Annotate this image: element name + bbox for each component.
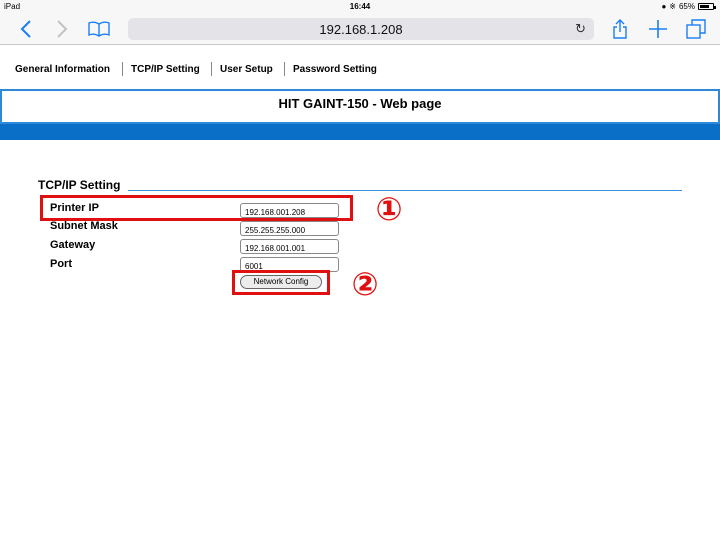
status-right: ● ※ 65% <box>661 2 716 11</box>
bluetooth-icon: ※ <box>669 2 676 11</box>
nav-divider <box>211 62 212 76</box>
nav-divider <box>284 62 285 76</box>
back-icon[interactable] <box>14 17 38 41</box>
section-title: TCP/IP Setting <box>38 178 121 192</box>
url-text: 192.168.1.208 <box>319 22 403 37</box>
gateway-input[interactable] <box>240 239 339 254</box>
status-bar: iPad 16:44 ● ※ 65% <box>0 0 720 13</box>
subnet-mask-input[interactable] <box>240 221 339 236</box>
nav-user-setup[interactable]: User Setup <box>220 64 273 75</box>
alarm-icon: ● <box>661 2 667 11</box>
nav-tcpip-setting[interactable]: TCP/IP Setting <box>131 64 200 75</box>
address-bar[interactable]: 192.168.1.208 ↻ <box>128 18 594 40</box>
nav-general-information[interactable]: General Information <box>15 64 110 75</box>
tabs-icon[interactable] <box>684 17 708 41</box>
subnet-mask-label: Subnet Mask <box>50 220 118 232</box>
nav-divider <box>122 62 123 76</box>
annotation-two: ② <box>351 266 379 302</box>
browser-toolbar: 192.168.1.208 ↻ <box>0 13 720 45</box>
battery-icon <box>698 3 716 10</box>
share-icon[interactable] <box>608 17 632 41</box>
page-title: HIT GAINT-150 - Web page <box>278 96 442 111</box>
gateway-label: Gateway <box>50 239 96 251</box>
nav-password-setting[interactable]: Password Setting <box>293 64 377 75</box>
clock: 16:44 <box>349 2 371 11</box>
reload-icon[interactable]: ↻ <box>575 21 586 37</box>
section-divider <box>128 190 682 191</box>
page-header: HIT GAINT-150 - Web page <box>0 89 720 124</box>
highlight-printer-ip <box>40 195 353 221</box>
port-label: Port <box>50 258 72 270</box>
web-nav: General Information TCP/IP Setting User … <box>0 62 720 78</box>
battery-percent: 65% <box>678 2 695 11</box>
annotation-one: ① <box>375 191 403 227</box>
header-bar <box>0 124 720 140</box>
bookmarks-icon[interactable] <box>87 17 111 41</box>
highlight-network-config <box>232 270 330 295</box>
forward-icon[interactable] <box>50 17 74 41</box>
new-tab-icon[interactable] <box>646 17 670 41</box>
